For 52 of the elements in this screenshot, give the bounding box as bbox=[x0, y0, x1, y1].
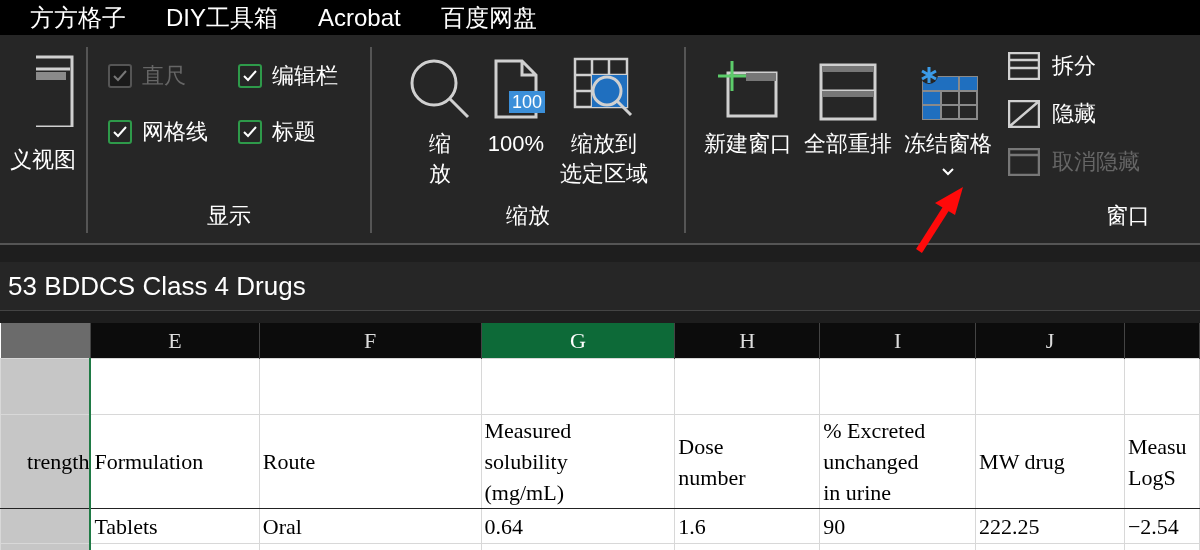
table-cell: 90 bbox=[819, 508, 976, 544]
checkbox[interactable]: 编辑栏 bbox=[238, 61, 368, 91]
table-cell: % Excreted unchanged in urine bbox=[819, 414, 976, 509]
ribbon-button[interactable]: 隐藏 bbox=[1008, 99, 1140, 129]
check-icon bbox=[243, 70, 257, 82]
table-cell: Route bbox=[259, 414, 482, 509]
new-window-icon bbox=[716, 61, 780, 121]
column-header[interactable]: G bbox=[481, 323, 675, 359]
menu-item[interactable]: DIY工具箱 bbox=[166, 1, 278, 34]
menu-item[interactable]: Acrobat bbox=[318, 3, 401, 32]
menu-item[interactable]: 百度网盘 bbox=[440, 1, 537, 34]
check-icon bbox=[113, 126, 127, 138]
unhide-window-icon bbox=[1008, 148, 1040, 176]
ribbon-button[interactable]: 缩 放 bbox=[401, 47, 478, 201]
menu-item[interactable]: 方方格子 bbox=[30, 1, 126, 34]
group-label: 显示 bbox=[207, 202, 251, 230]
arrange-windows-icon bbox=[819, 63, 877, 121]
column-header[interactable]: E bbox=[90, 323, 260, 359]
ribbon-button[interactable]: 新建窗口 bbox=[698, 47, 798, 201]
column-header[interactable] bbox=[1124, 323, 1200, 359]
checkbox[interactable]: 标题 bbox=[238, 117, 368, 147]
table-cell: Formulation bbox=[90, 414, 260, 509]
column-header[interactable]: F bbox=[259, 323, 482, 359]
ribbon-button[interactable]: 拆分 bbox=[1008, 51, 1140, 81]
table-cell: trength bbox=[0, 414, 91, 509]
table-cell: MW drug bbox=[975, 414, 1125, 509]
table-cell: Oral bbox=[259, 508, 482, 544]
sheet-title: 53 BDDCS Class 4 Drugs bbox=[8, 270, 306, 302]
column-header[interactable]: H bbox=[674, 323, 820, 359]
group-label: 缩放 bbox=[506, 202, 550, 230]
table-cell: −2.54 bbox=[1124, 508, 1200, 544]
ribbon-button[interactable]: 冻结窗格 bbox=[898, 47, 998, 201]
split-icon bbox=[1008, 52, 1040, 80]
table-cell: Measu LogS bbox=[1124, 414, 1200, 509]
table-cell: Measured solubility (mg/mL) bbox=[481, 414, 675, 509]
ribbon-button[interactable]: 缩放到 选定区域 bbox=[554, 47, 655, 201]
table-cell: 222.25 bbox=[975, 508, 1125, 544]
check-icon bbox=[113, 70, 127, 82]
check-icon bbox=[243, 126, 257, 138]
caret-icon bbox=[941, 167, 955, 177]
group-label: 窗口 bbox=[1106, 202, 1150, 230]
checkbox[interactable]: 网格线 bbox=[108, 117, 238, 147]
table-cell: Tablets bbox=[90, 508, 260, 544]
ribbon-button[interactable]: 全部重排 bbox=[798, 47, 898, 201]
hide-window-icon bbox=[1008, 100, 1040, 128]
column-header[interactable]: J bbox=[975, 323, 1125, 359]
table-cell: Dose number bbox=[674, 414, 820, 509]
ribbon-button[interactable]: 100 100% bbox=[481, 47, 551, 201]
column-header[interactable]: I bbox=[819, 323, 976, 359]
table-cell: 1.6 bbox=[674, 508, 820, 544]
table-cell: 0.64 bbox=[481, 508, 675, 544]
custom-view-button[interactable]: 义视图 bbox=[10, 47, 86, 201]
